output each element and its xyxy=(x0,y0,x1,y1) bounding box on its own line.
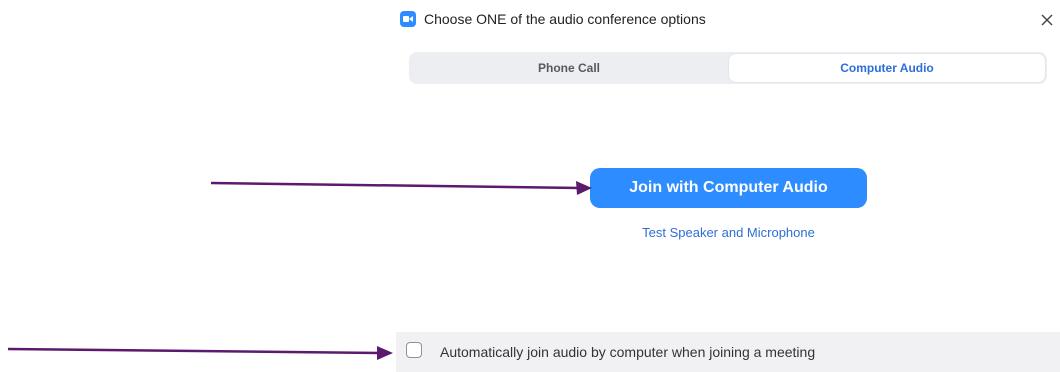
annotation-arrow-checkbox xyxy=(7,346,393,360)
annotation-arrow-join xyxy=(210,181,592,195)
annotation-arrows xyxy=(7,181,592,360)
